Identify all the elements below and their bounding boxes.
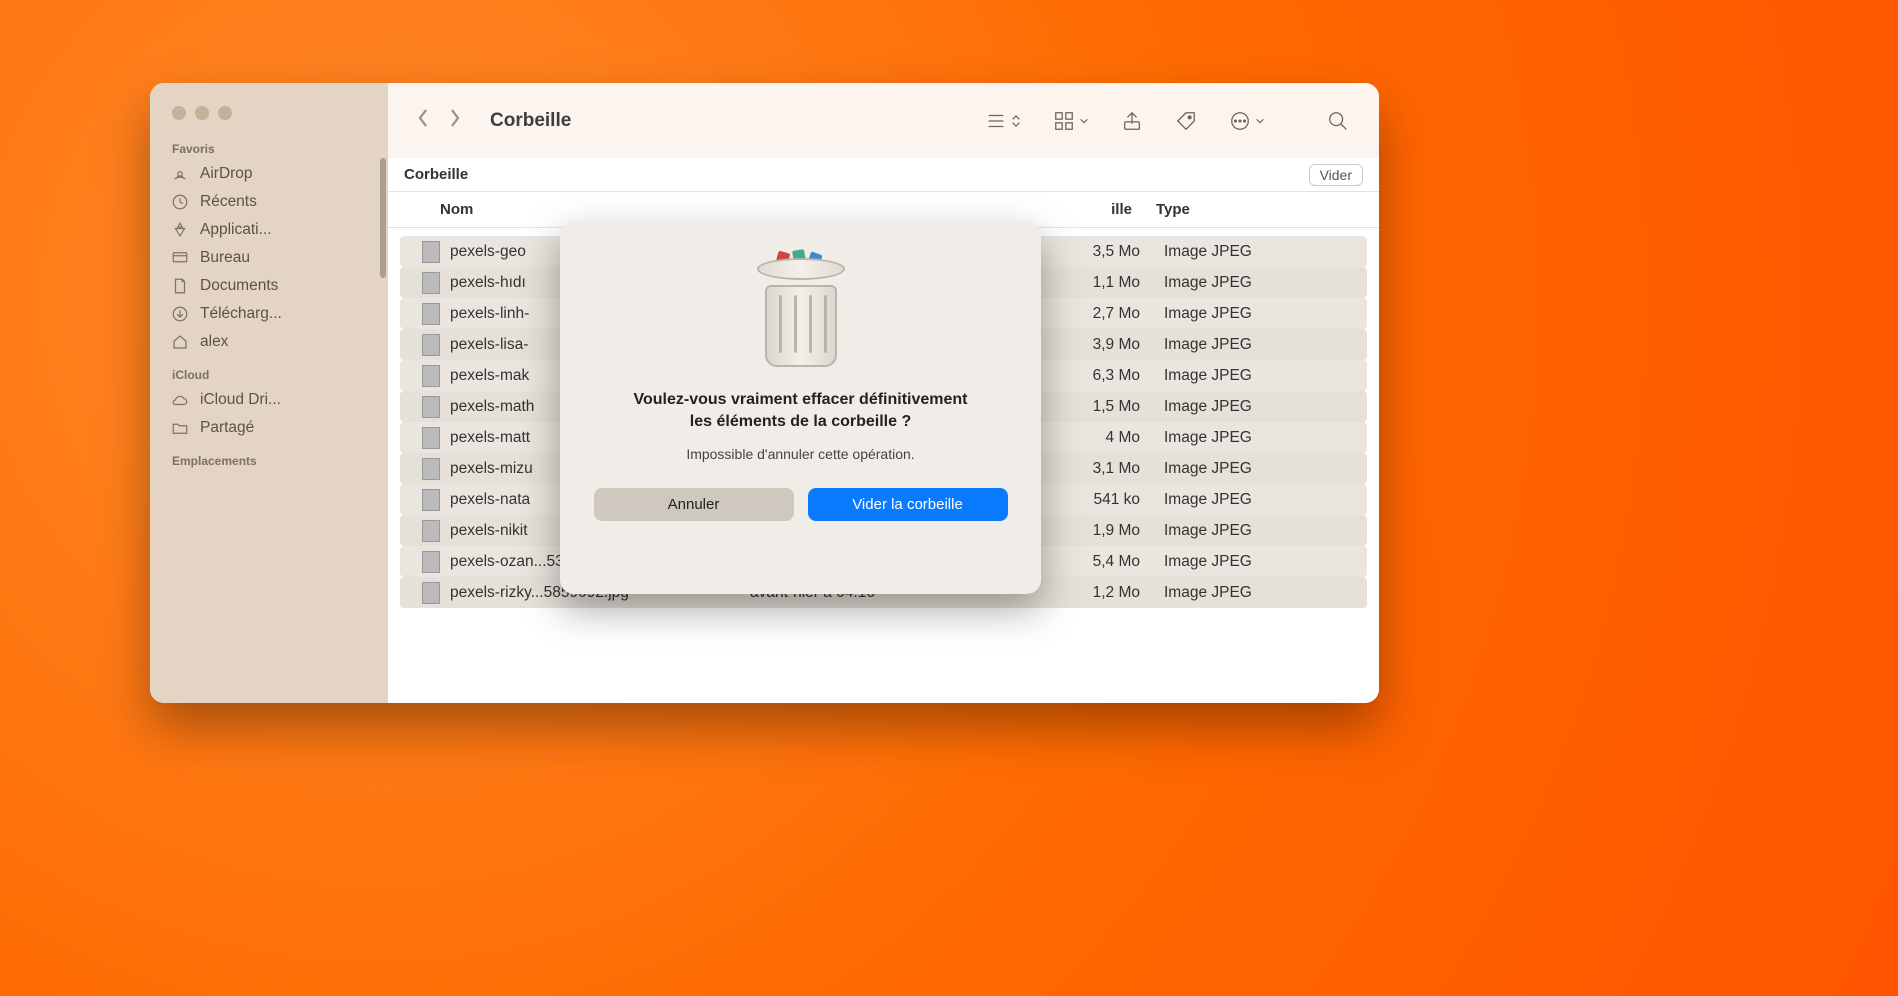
dialog-title: Voulez-vous vraiment effacer définitivem…	[621, 389, 981, 432]
file-type: Image JPEG	[1160, 274, 1367, 292]
column-name[interactable]: Nom	[440, 201, 732, 218]
sidebar-item-doc[interactable]: Documents	[150, 272, 388, 300]
file-size: 6,3 Mo	[1020, 367, 1160, 385]
file-type: Image JPEG	[1160, 305, 1367, 323]
sidebar-item-label: Télécharg...	[200, 305, 282, 323]
sidebar-item-label: Documents	[200, 277, 278, 295]
file-size: 5,4 Mo	[1020, 553, 1160, 571]
search-button[interactable]	[1315, 110, 1361, 132]
file-thumbnail-icon	[422, 272, 440, 294]
zoom-traffic-light[interactable]	[218, 106, 232, 120]
sidebar-item-cloud[interactable]: iCloud Dri...	[150, 386, 388, 414]
sidebar-item-app[interactable]: Applicati...	[150, 216, 388, 244]
file-thumbnail-icon	[422, 582, 440, 604]
file-size: 2,7 Mo	[1020, 305, 1160, 323]
file-size: 1,5 Mo	[1020, 398, 1160, 416]
group-button[interactable]	[1041, 110, 1101, 132]
sidebar-item-folder[interactable]: Partagé	[150, 414, 388, 442]
folder-icon	[170, 419, 190, 437]
sidebar-section-emplacements: Emplacements	[150, 442, 388, 472]
file-size: 1,2 Mo	[1020, 584, 1160, 602]
sidebar-item-airdrop[interactable]: AirDrop	[150, 160, 388, 188]
file-type: Image JPEG	[1160, 460, 1367, 478]
desktop-icon	[170, 249, 190, 267]
sidebar-item-desktop[interactable]: Bureau	[150, 244, 388, 272]
column-size[interactable]: ille	[1012, 201, 1152, 218]
sidebar-item-label: Applicati...	[200, 221, 272, 239]
forward-button[interactable]	[448, 108, 462, 133]
sidebar: Favoris AirDrop Récents Applicati... Bureau…	[150, 83, 388, 703]
sidebar-item-download[interactable]: Télécharg...	[150, 300, 388, 328]
trash-icon	[751, 252, 851, 367]
toolbar: Corbeille	[388, 83, 1379, 158]
close-traffic-light[interactable]	[172, 106, 186, 120]
file-type: Image JPEG	[1160, 491, 1367, 509]
dialog-subtitle: Impossible d'annuler cette opération.	[686, 446, 914, 462]
tags-button[interactable]	[1163, 110, 1209, 132]
window-title: Corbeille	[490, 110, 571, 132]
file-type: Image JPEG	[1160, 336, 1367, 354]
file-type: Image JPEG	[1160, 367, 1367, 385]
sidebar-section-favoris: Favoris	[150, 130, 388, 160]
file-size: 1,9 Mo	[1020, 522, 1160, 540]
doc-icon	[170, 277, 190, 295]
share-button[interactable]	[1109, 110, 1155, 132]
confirm-dialog: Voulez-vous vraiment effacer définitivem…	[560, 222, 1041, 594]
cloud-icon	[170, 391, 190, 409]
file-size: 541 ko	[1020, 491, 1160, 509]
more-button[interactable]	[1217, 110, 1277, 132]
file-size: 3,5 Mo	[1020, 243, 1160, 261]
file-type: Image JPEG	[1160, 553, 1367, 571]
confirm-empty-button[interactable]: Vider la corbeille	[808, 488, 1008, 521]
app-icon	[170, 221, 190, 239]
sidebar-item-home[interactable]: alex	[150, 328, 388, 356]
file-type: Image JPEG	[1160, 398, 1367, 416]
download-icon	[170, 305, 190, 323]
home-icon	[170, 333, 190, 351]
sidebar-item-clock[interactable]: Récents	[150, 188, 388, 216]
file-type: Image JPEG	[1160, 429, 1367, 447]
window-controls	[150, 88, 388, 130]
file-thumbnail-icon	[422, 241, 440, 263]
sidebar-item-label: Récents	[200, 193, 257, 211]
file-thumbnail-icon	[422, 489, 440, 511]
file-thumbnail-icon	[422, 551, 440, 573]
file-thumbnail-icon	[422, 396, 440, 418]
clock-icon	[170, 193, 190, 211]
file-thumbnail-icon	[422, 334, 440, 356]
location-bar: Corbeille Vider	[388, 158, 1379, 192]
view-list-button[interactable]	[973, 110, 1033, 132]
empty-trash-button[interactable]: Vider	[1309, 164, 1363, 186]
file-type: Image JPEG	[1160, 243, 1367, 261]
file-type: Image JPEG	[1160, 584, 1367, 602]
file-thumbnail-icon	[422, 520, 440, 542]
file-thumbnail-icon	[422, 365, 440, 387]
airdrop-icon	[170, 165, 190, 183]
sidebar-section-icloud: iCloud	[150, 356, 388, 386]
location-title: Corbeille	[404, 166, 468, 183]
file-type: Image JPEG	[1160, 522, 1367, 540]
file-size: 1,1 Mo	[1020, 274, 1160, 292]
file-size: 3,1 Mo	[1020, 460, 1160, 478]
file-thumbnail-icon	[422, 427, 440, 449]
file-size: 4 Mo	[1020, 429, 1160, 447]
sidebar-item-label: Partagé	[200, 419, 254, 437]
sidebar-item-label: AirDrop	[200, 165, 253, 183]
column-type[interactable]: Type	[1152, 201, 1379, 218]
sidebar-scrollbar[interactable]	[380, 158, 386, 278]
back-button[interactable]	[416, 108, 430, 133]
sidebar-item-label: iCloud Dri...	[200, 391, 281, 409]
file-size: 3,9 Mo	[1020, 336, 1160, 354]
minimize-traffic-light[interactable]	[195, 106, 209, 120]
sidebar-item-label: Bureau	[200, 249, 250, 267]
file-thumbnail-icon	[422, 458, 440, 480]
file-thumbnail-icon	[422, 303, 440, 325]
cancel-button[interactable]: Annuler	[594, 488, 794, 521]
sidebar-item-label: alex	[200, 333, 228, 351]
